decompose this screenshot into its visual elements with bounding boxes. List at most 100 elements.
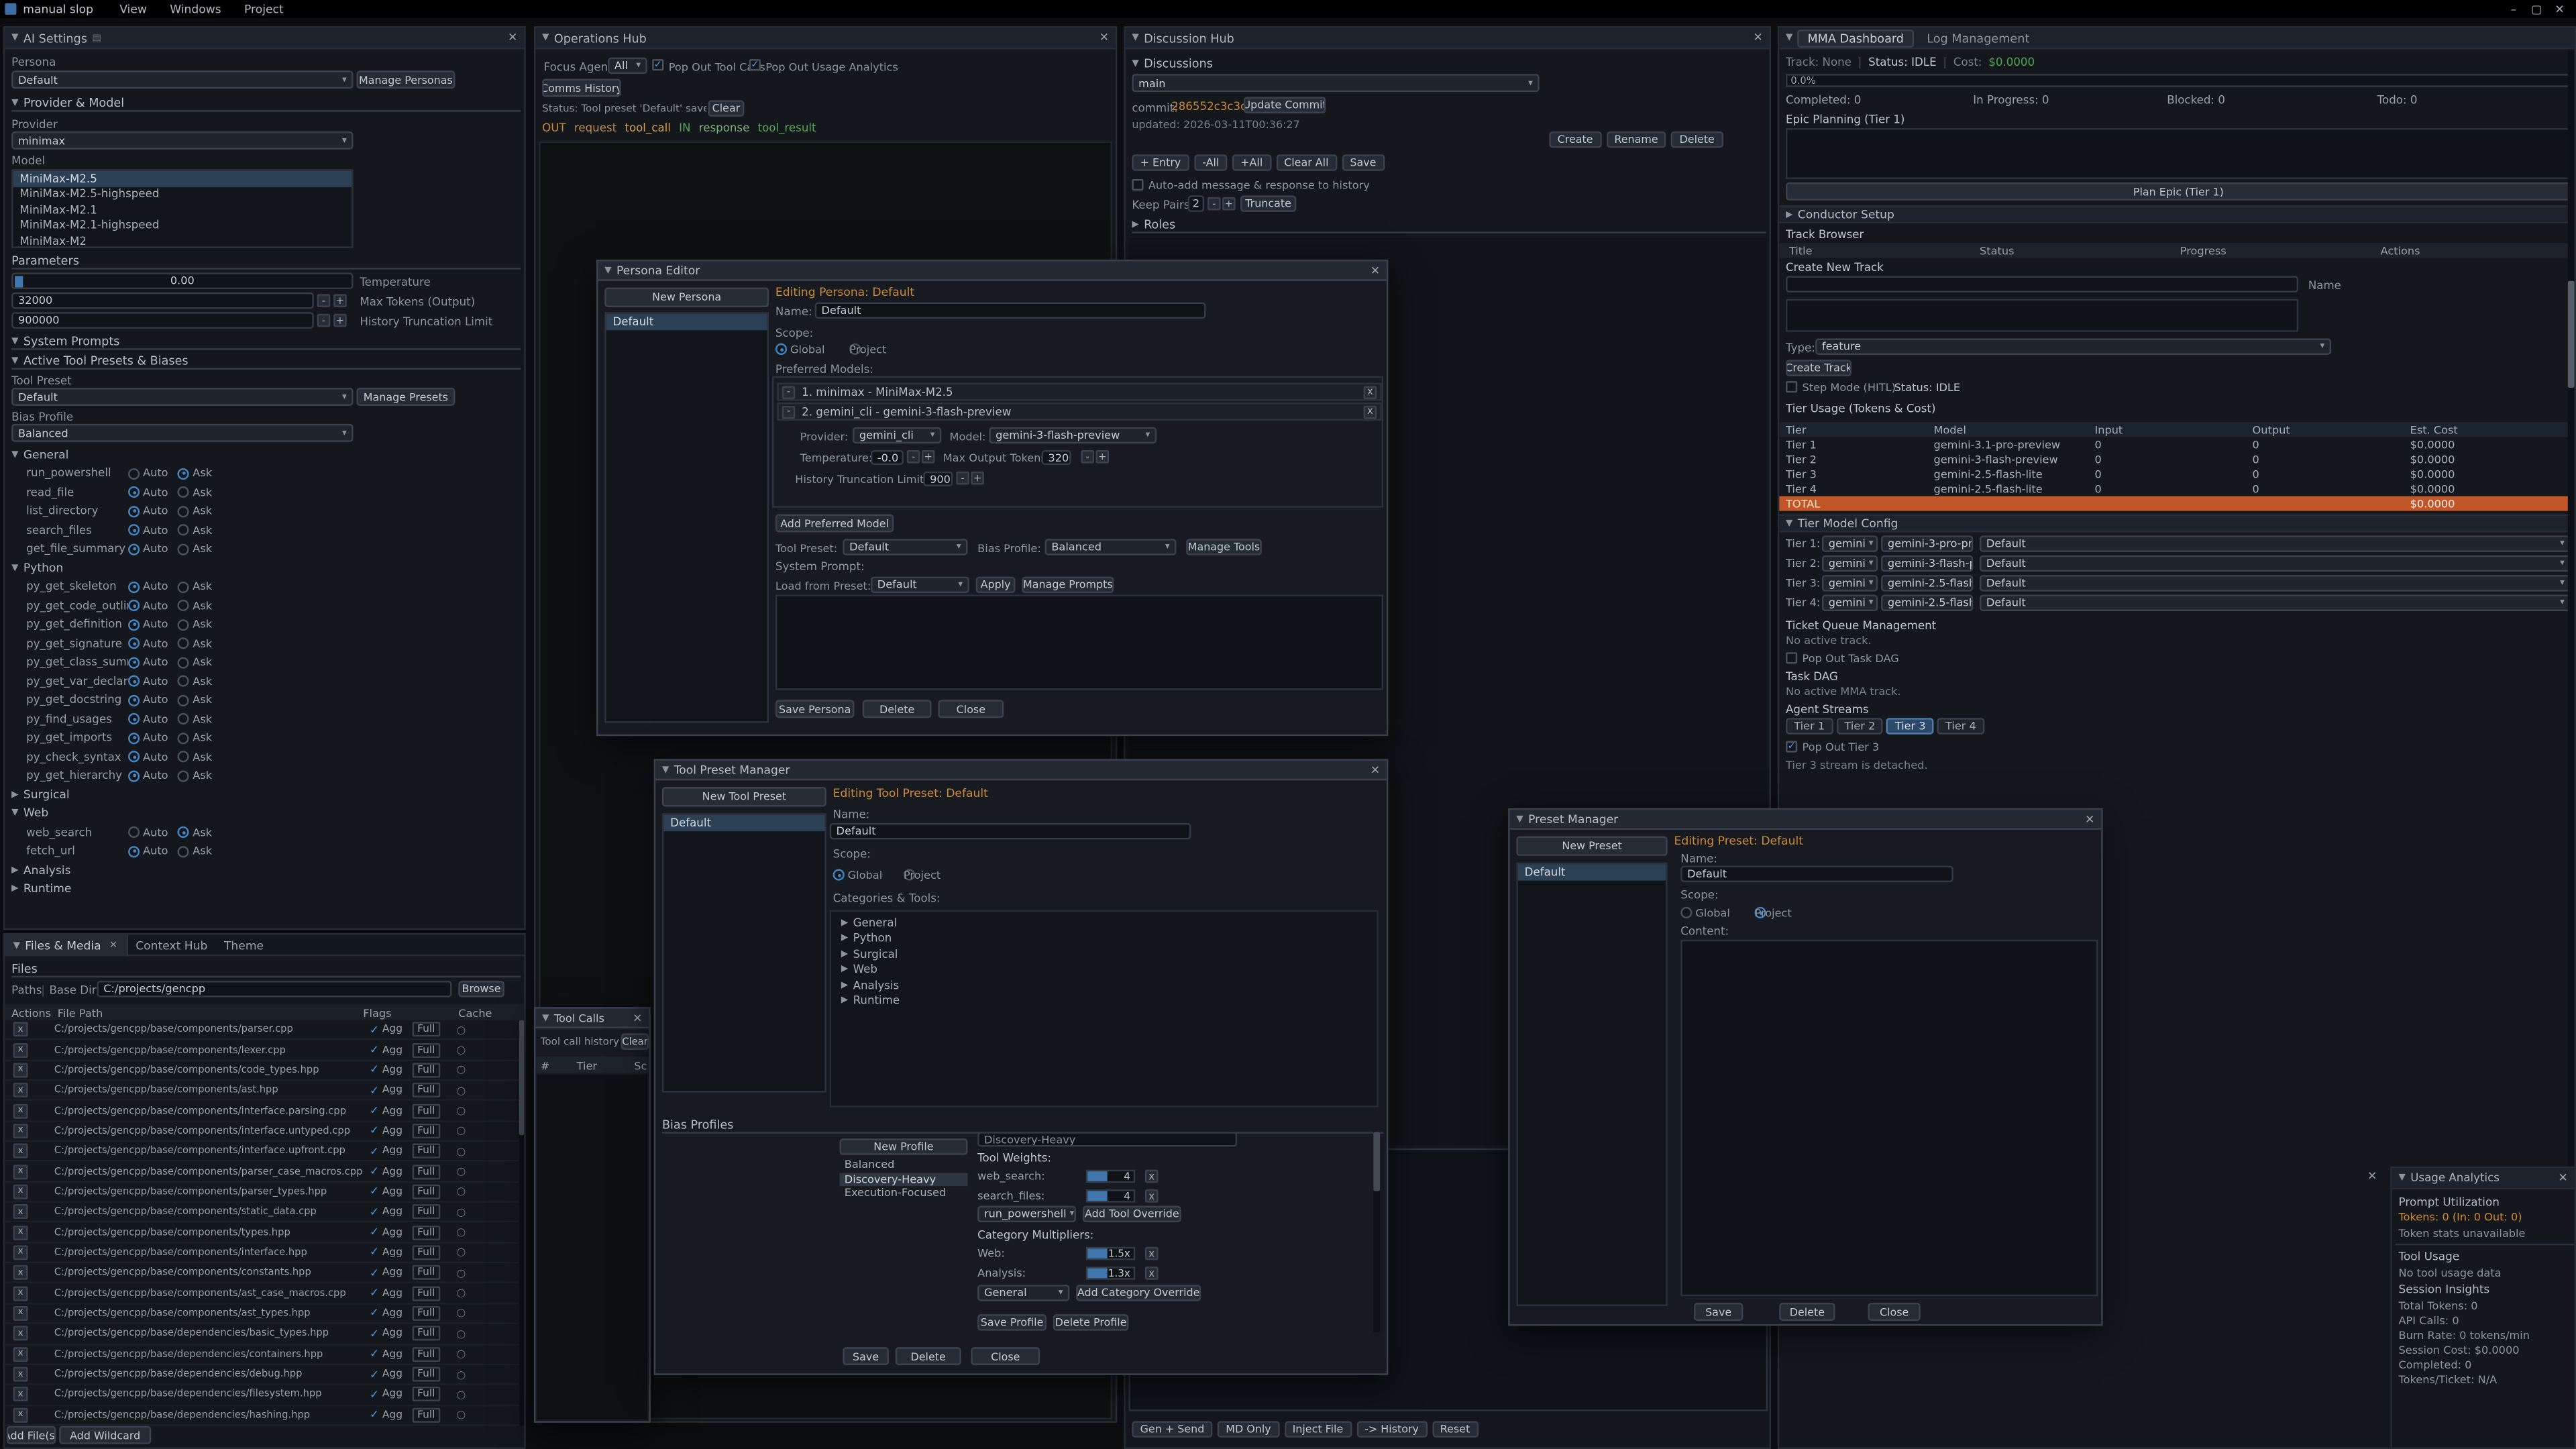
agg-check-icon[interactable]: ✓: [370, 1205, 379, 1219]
bias-profile-dropdown[interactable]: Balanced: [1045, 539, 1177, 555]
remove-file-button[interactable]: x: [13, 1286, 28, 1301]
remove-file-button[interactable]: x: [13, 1185, 28, 1199]
chevron-down-icon[interactable]: ▼: [542, 1013, 549, 1023]
close-button[interactable]: Close: [1868, 1303, 1920, 1321]
tab-context-hub[interactable]: Context Hub: [127, 934, 216, 956]
agg-check-icon[interactable]: ✓: [370, 1063, 379, 1077]
paths-label[interactable]: Paths: [11, 984, 42, 998]
chevron-down-icon[interactable]: ▼: [1786, 33, 1792, 43]
browse-button[interactable]: Browse: [458, 981, 504, 997]
full-flag-button[interactable]: Full: [413, 1164, 440, 1179]
tier-preset-dropdown[interactable]: Default: [1980, 575, 2571, 591]
close-icon[interactable]: ✕: [508, 32, 517, 45]
discussion-delete-button[interactable]: Delete: [1671, 131, 1723, 148]
ask-radio[interactable]: [178, 619, 189, 631]
full-flag-button[interactable]: Full: [413, 1326, 440, 1341]
track-type-dropdown[interactable]: feature: [1815, 338, 2331, 354]
tool-preset-manager-title[interactable]: ▼ Tool Preset Manager ✕: [655, 761, 1387, 780]
tab-files-media[interactable]: ▼Files & Media✕: [5, 934, 127, 956]
auto-radio[interactable]: [128, 619, 140, 631]
increment-button[interactable]: +: [333, 294, 347, 307]
temperature-input[interactable]: -0.0: [871, 450, 904, 465]
ai-settings-header[interactable]: ▼ AI Settings ▤ ✕: [5, 28, 524, 50]
tool-weight-slider[interactable]: 4: [1086, 1170, 1135, 1183]
discussion-branch-dropdown[interactable]: main: [1132, 74, 1539, 92]
discussion-create-button[interactable]: Create: [1549, 131, 1601, 148]
tier-preset-dropdown[interactable]: Default: [1980, 555, 2571, 572]
minimize-button[interactable]: –: [2502, 3, 2525, 16]
base-dir-input[interactable]: C:/projects/gencpp: [97, 981, 451, 997]
ask-radio[interactable]: [178, 846, 189, 857]
composer-gen-send-button[interactable]: Gen + Send: [1132, 1421, 1212, 1437]
composer-reset-button[interactable]: Reset: [1432, 1421, 1479, 1437]
model-option[interactable]: MiniMax-M2.1-highspeed: [13, 217, 352, 233]
remove-file-button[interactable]: x: [13, 1022, 28, 1037]
chevron-down-icon[interactable]: ▼: [662, 765, 669, 775]
full-flag-button[interactable]: Full: [413, 1063, 440, 1077]
discussion-save-button[interactable]: Save: [1342, 154, 1385, 170]
menu-view[interactable]: View: [119, 3, 147, 16]
system-prompts-section[interactable]: ▼System Prompts: [11, 333, 521, 350]
tier-model-dropdown[interactable]: gemini-2.5-flash-lite: [1881, 575, 1973, 591]
stream-tab-tier-2[interactable]: Tier 2: [1836, 718, 1883, 734]
agg-check-icon[interactable]: ✓: [370, 1307, 379, 1320]
category-general[interactable]: ▶General: [831, 915, 1377, 930]
decrement-button[interactable]: -: [1081, 450, 1094, 464]
remove-model-button[interactable]: x: [1364, 385, 1377, 398]
remove-file-button[interactable]: x: [13, 1063, 28, 1077]
preset-list-item[interactable]: Default: [1518, 864, 1666, 879]
agg-check-icon[interactable]: ✓: [370, 1185, 379, 1199]
system-prompt-input[interactable]: [775, 595, 1383, 690]
category-surgical[interactable]: ▶Surgical: [831, 947, 1377, 962]
close-icon[interactable]: ✕: [2367, 1170, 2377, 1183]
remove-file-button[interactable]: x: [13, 1104, 28, 1118]
increment-button[interactable]: +: [971, 472, 984, 485]
menu-windows[interactable]: Windows: [170, 3, 221, 16]
ask-radio[interactable]: [178, 733, 189, 744]
auto-radio[interactable]: [128, 487, 140, 498]
tool-preset-dropdown[interactable]: Default: [11, 388, 353, 406]
model-option[interactable]: MiniMax-M2.1: [13, 202, 352, 217]
discussion-hub-header[interactable]: ▼ Discussion Hub ✕: [1126, 28, 1770, 50]
tier-provider-dropdown[interactable]: gemini: [1822, 535, 1878, 551]
auto-radio[interactable]: [128, 638, 140, 649]
tool-group-analysis[interactable]: ▶Analysis: [11, 861, 521, 879]
tool-calls-title[interactable]: ▼ Tool Calls ✕: [535, 1009, 649, 1028]
tier-provider-dropdown[interactable]: gemini: [1822, 555, 1878, 572]
parameters-section[interactable]: Parameters: [11, 253, 521, 269]
model-option[interactable]: MiniMax-M2.5: [13, 171, 352, 186]
ask-radio[interactable]: [178, 487, 189, 498]
manage-tools-button[interactable]: Manage Tools: [1186, 539, 1262, 555]
agg-check-icon[interactable]: ✓: [370, 1327, 379, 1340]
tool-group-web[interactable]: ▼Web: [11, 804, 521, 823]
profile-name-input[interactable]: Discovery-Heavy: [977, 1132, 1237, 1146]
tier-provider-dropdown[interactable]: gemini: [1822, 595, 1878, 611]
history-limit-input[interactable]: 900000: [11, 312, 314, 328]
agg-check-icon[interactable]: ✓: [370, 1408, 379, 1421]
pref-model-dropdown[interactable]: gemini-3-flash-preview: [989, 427, 1157, 443]
track-description-input[interactable]: [1786, 299, 2298, 332]
decrement-button[interactable]: -: [317, 294, 331, 307]
stream-tab-tier-3[interactable]: Tier 3: [1887, 718, 1934, 734]
agg-check-icon[interactable]: ✓: [370, 1043, 379, 1057]
discussion--all-button[interactable]: +All: [1232, 154, 1271, 170]
remove-file-button[interactable]: x: [13, 1205, 28, 1220]
agg-check-icon[interactable]: ✓: [370, 1267, 379, 1280]
step-mode-checkbox[interactable]: [1786, 381, 1797, 392]
close-icon[interactable]: ✕: [1099, 32, 1109, 45]
remove-file-button[interactable]: x: [13, 1144, 28, 1159]
new-preset-button[interactable]: New Preset: [1516, 837, 1667, 856]
max-output-input[interactable]: 32000: [1042, 450, 1071, 465]
close-button[interactable]: Close: [938, 700, 1004, 718]
ask-radio[interactable]: [178, 468, 189, 479]
provider-model-section[interactable]: ▼Provider & Model: [11, 95, 521, 111]
agg-check-icon[interactable]: ✓: [370, 1023, 379, 1036]
auto-radio[interactable]: [128, 581, 140, 592]
ask-radio[interactable]: [178, 694, 189, 706]
temperature-drag[interactable]: 0.00: [11, 273, 353, 289]
tool-group-python[interactable]: ▼Python: [11, 559, 521, 578]
category-override-dropdown[interactable]: General: [977, 1285, 1069, 1301]
full-flag-button[interactable]: Full: [413, 1407, 440, 1422]
full-flag-button[interactable]: Full: [413, 1306, 440, 1321]
auto-radio[interactable]: [128, 694, 140, 706]
